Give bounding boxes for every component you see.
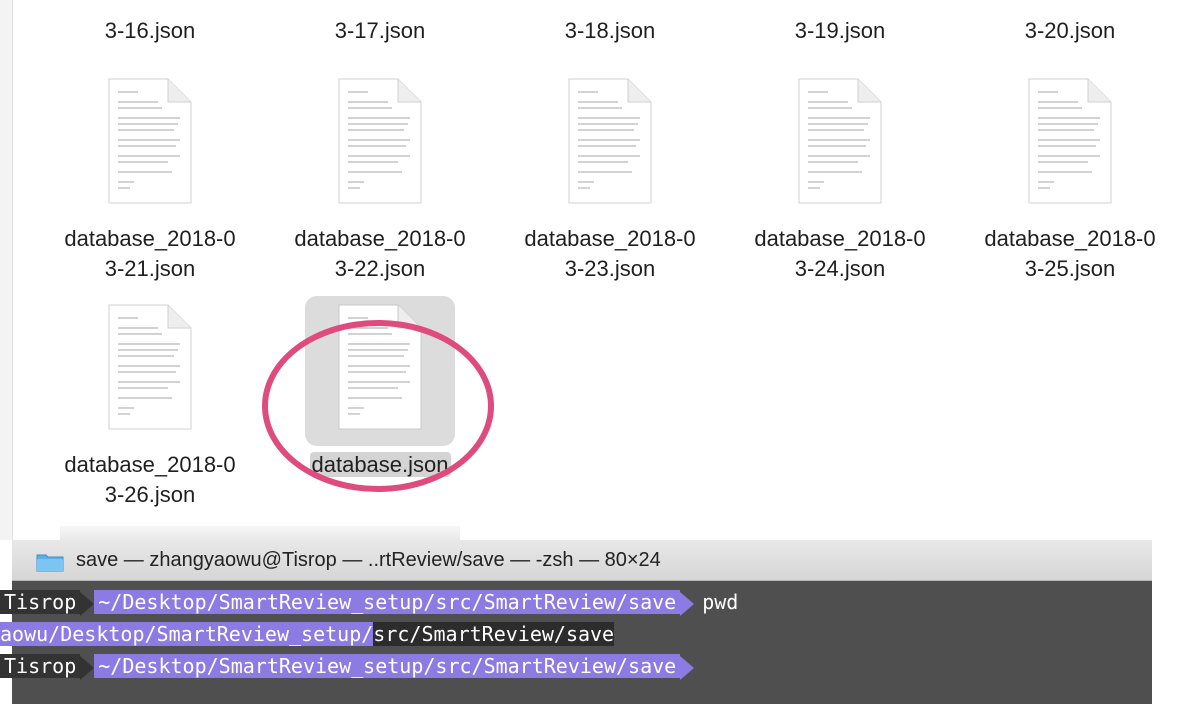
file-name: database_2018-0 3-21.json xyxy=(64,226,236,281)
file-name: database_2018-0 3-26.json xyxy=(64,452,236,507)
file-name: database_2018-0 3-22.json xyxy=(294,226,466,281)
json-file-icon[interactable] xyxy=(305,70,455,220)
file-label-3-19[interactable]: 3-19.json xyxy=(730,18,950,44)
file-item[interactable]: database_2018-0 3-23.json xyxy=(500,70,720,284)
file-name: database_2018-0 3-23.json xyxy=(524,226,696,281)
finder-sidebar-edge xyxy=(0,0,13,540)
prompt-line-1: Tisrop ~/Desktop/SmartReview_setup/src/Sm… xyxy=(0,588,738,616)
json-file-icon[interactable] xyxy=(535,70,685,220)
json-file-icon[interactable] xyxy=(75,70,225,220)
prompt-separator-icon xyxy=(680,655,695,680)
terminal-titlebar[interactable]: save — zhangyaowu@Tisrop — ..rtReview/sa… xyxy=(12,540,1152,581)
file-item[interactable]: database_2018-0 3-25.json xyxy=(960,70,1180,284)
background-window-edge xyxy=(60,526,460,540)
finder-window: 3-16.json 3-17.json 3-18.json 3-19.json … xyxy=(0,0,1201,540)
prompt-host: Tisrop xyxy=(0,654,81,678)
json-file-icon[interactable] xyxy=(765,70,915,220)
file-name: database_2018-0 3-25.json xyxy=(984,226,1156,281)
prompt-path: ~/Desktop/SmartReview_setup/src/SmartRev… xyxy=(94,590,681,614)
prompt-line-2: Tisrop ~/Desktop/SmartReview_setup/src/Sm… xyxy=(0,652,695,680)
file-label-3-18[interactable]: 3-18.json xyxy=(500,18,720,44)
file-label-3-16[interactable]: 3-16.json xyxy=(40,18,260,44)
output-path-prefix: aowu/Desktop/SmartReview_setup/ xyxy=(0,622,374,646)
file-label-3-20[interactable]: 3-20.json xyxy=(960,18,1180,44)
file-item-selected[interactable]: database.json xyxy=(270,296,490,480)
output-line: aowu/Desktop/SmartReview_setup/src/Smart… xyxy=(0,620,615,648)
folder-icon xyxy=(36,554,64,572)
prompt-separator-icon xyxy=(80,591,95,616)
output-path-highlight: src/SmartReview/save xyxy=(373,622,615,646)
desktop-gap xyxy=(1152,540,1201,704)
file-item[interactable]: database_2018-0 3-26.json xyxy=(40,296,260,510)
file-label-3-17[interactable]: 3-17.json xyxy=(270,18,490,44)
file-item[interactable]: database_2018-0 3-21.json xyxy=(40,70,260,284)
prompt-host: Tisrop xyxy=(0,590,81,614)
file-item[interactable]: database_2018-0 3-22.json xyxy=(270,70,490,284)
terminal-title: save — zhangyaowu@Tisrop — ..rtReview/sa… xyxy=(76,549,661,571)
prompt-path: ~/Desktop/SmartReview_setup/src/SmartRev… xyxy=(94,654,681,678)
terminal-window[interactable]: save — zhangyaowu@Tisrop — ..rtReview/sa… xyxy=(0,540,1201,704)
prompt-separator-icon xyxy=(680,591,695,616)
json-file-icon[interactable] xyxy=(305,296,455,446)
json-file-icon[interactable] xyxy=(995,70,1145,220)
file-item[interactable]: database_2018-0 3-24.json xyxy=(730,70,950,284)
command-text: pwd xyxy=(702,590,739,614)
file-name: database.json xyxy=(309,452,451,477)
json-file-icon[interactable] xyxy=(75,296,225,446)
prompt-separator-icon xyxy=(80,655,95,680)
file-name: database_2018-0 3-24.json xyxy=(754,226,926,281)
